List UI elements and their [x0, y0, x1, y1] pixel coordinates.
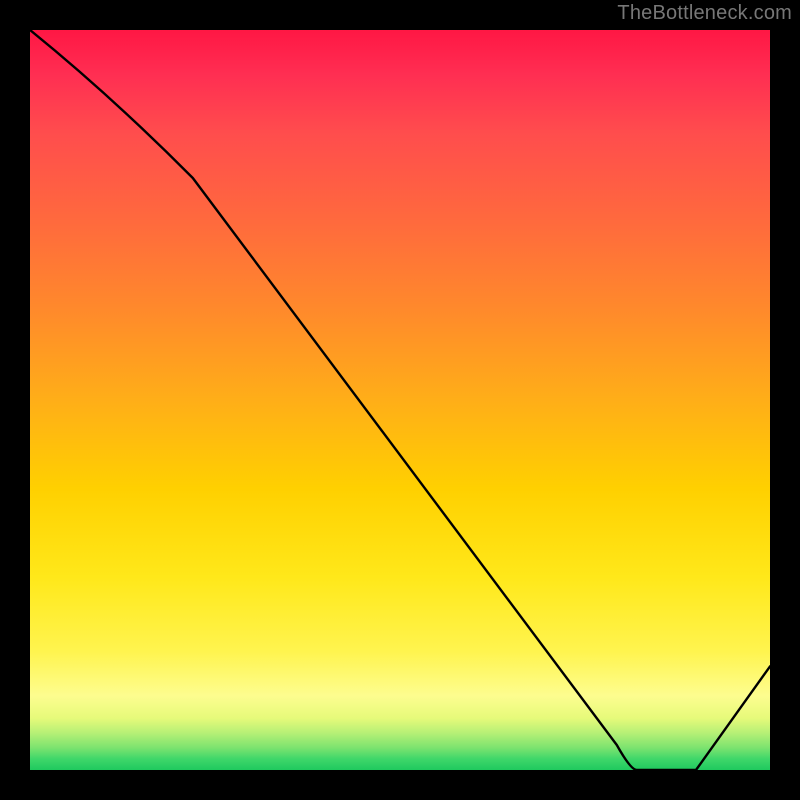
bottleneck-curve	[30, 30, 770, 770]
chart-frame: TheBottleneck.com	[0, 0, 800, 800]
plot-area	[30, 30, 770, 770]
attribution-text: TheBottleneck.com	[617, 2, 792, 25]
